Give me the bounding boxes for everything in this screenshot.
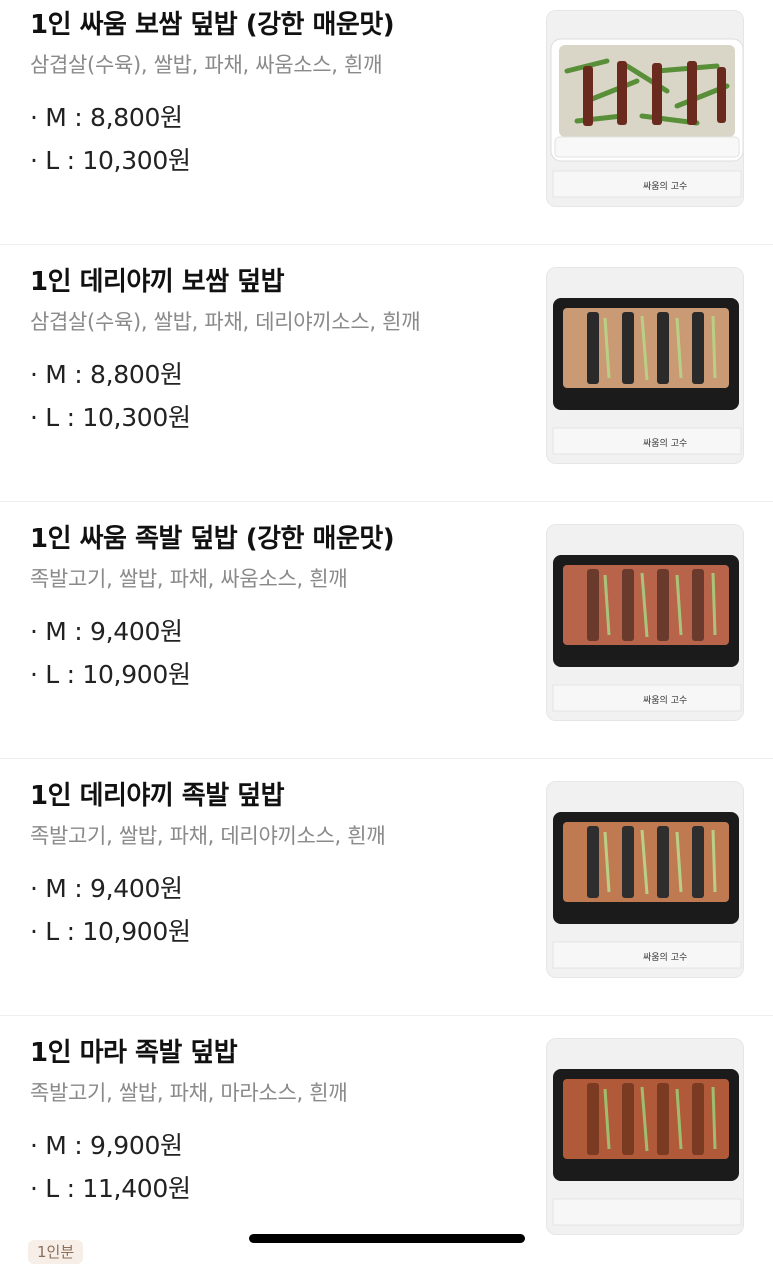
menu-item-photo[interactable] [546, 1038, 744, 1235]
svg-text:싸움의 고수: 싸움의 고수 [643, 695, 687, 706]
price-medium: · M : 8,800원 [30, 360, 183, 389]
menu-item[interactable]: 1인 싸움 족발 덮밥 (강한 매운맛) 족발고기, 쌀밥, 파채, 싸움소스,… [0, 502, 773, 759]
menu-item-prices: · M : 8,800원 · L : 10,300원 [30, 353, 530, 439]
menu-item-photo[interactable]: 싸움의 고수 [546, 10, 744, 207]
menu-item-prices: · M : 8,800원 · L : 10,300원 [30, 96, 530, 182]
price-large: · L : 10,300원 [30, 403, 191, 432]
menu-item-text: 1인 싸움 보쌈 덮밥 (강한 매운맛) 삼겹살(수육), 쌀밥, 파채, 싸움… [30, 8, 530, 182]
menu-item-description: 족발고기, 쌀밥, 파채, 싸움소스, 흰깨 [30, 567, 348, 591]
menu-item-prices: · M : 9,400원 · L : 10,900원 [30, 867, 530, 953]
price-large: · L : 11,400원 [30, 1174, 191, 1203]
menu-item-name: 1인 데리야끼 족발 덮밥 [30, 781, 285, 811]
menu-item-prices: · M : 9,400원 · L : 10,900원 [30, 610, 530, 696]
menu-item-text: 1인 데리야끼 보쌈 덮밥 삼겹살(수육), 쌀밥, 파채, 데리야끼소스, 흰… [30, 265, 530, 439]
serving-badge: 1인분 [28, 1240, 84, 1264]
menu-list: 1인 싸움 보쌈 덮밥 (강한 매운맛) 삼겹살(수육), 쌀밥, 파채, 싸움… [0, 0, 773, 1273]
price-medium: · M : 9,400원 [30, 874, 183, 903]
menu-item-name: 1인 마라 족발 덮밥 [30, 1038, 238, 1068]
menu-item-photo[interactable]: 싸움의 고수 [546, 524, 744, 721]
menu-item-text: 1인 마라 족발 덮밥 족발고기, 쌀밥, 파채, 마라소스, 흰깨 · M :… [30, 1036, 530, 1210]
price-large: · L : 10,300원 [30, 146, 191, 175]
menu-item[interactable]: 1인 싸움 보쌈 덮밥 (강한 매운맛) 삼겹살(수육), 쌀밥, 파채, 싸움… [0, 0, 773, 245]
price-medium: · M : 9,400원 [30, 617, 183, 646]
svg-text:싸움의 고수: 싸움의 고수 [643, 181, 687, 192]
price-medium: · M : 9,900원 [30, 1131, 183, 1160]
menu-item-name: 1인 싸움 족발 덮밥 (강한 매운맛) [30, 524, 395, 554]
menu-item-photo[interactable]: 싸움의 고수 [546, 267, 744, 464]
menu-item-photo[interactable]: 싸움의 고수 [546, 781, 744, 978]
home-indicator[interactable] [249, 1234, 525, 1243]
price-large: · L : 10,900원 [30, 660, 191, 689]
menu-item-name: 1인 데리야끼 보쌈 덮밥 [30, 267, 285, 297]
menu-item-description: 족발고기, 쌀밥, 파채, 데리야끼소스, 흰깨 [30, 824, 386, 848]
menu-item[interactable]: 1인 데리야끼 족발 덮밥 족발고기, 쌀밥, 파채, 데리야끼소스, 흰깨 ·… [0, 759, 773, 1016]
price-large: · L : 10,900원 [30, 917, 191, 946]
svg-text:싸움의 고수: 싸움의 고수 [643, 952, 687, 963]
menu-item-name: 1인 싸움 보쌈 덮밥 (강한 매운맛) [30, 10, 395, 40]
menu-item-description: 족발고기, 쌀밥, 파채, 마라소스, 흰깨 [30, 1081, 348, 1105]
menu-item-prices: · M : 9,900원 · L : 11,400원 [30, 1124, 530, 1210]
svg-text:싸움의 고수: 싸움의 고수 [643, 438, 687, 449]
menu-item[interactable]: 1인 데리야끼 보쌈 덮밥 삼겹살(수육), 쌀밥, 파채, 데리야끼소스, 흰… [0, 245, 773, 502]
price-medium: · M : 8,800원 [30, 103, 183, 132]
menu-item-description: 삼겹살(수육), 쌀밥, 파채, 데리야끼소스, 흰깨 [30, 310, 421, 334]
menu-item-text: 1인 싸움 족발 덮밥 (강한 매운맛) 족발고기, 쌀밥, 파채, 싸움소스,… [30, 522, 530, 696]
menu-item-description: 삼겹살(수육), 쌀밥, 파채, 싸움소스, 흰깨 [30, 53, 383, 77]
menu-item-text: 1인 데리야끼 족발 덮밥 족발고기, 쌀밥, 파채, 데리야끼소스, 흰깨 ·… [30, 779, 530, 953]
